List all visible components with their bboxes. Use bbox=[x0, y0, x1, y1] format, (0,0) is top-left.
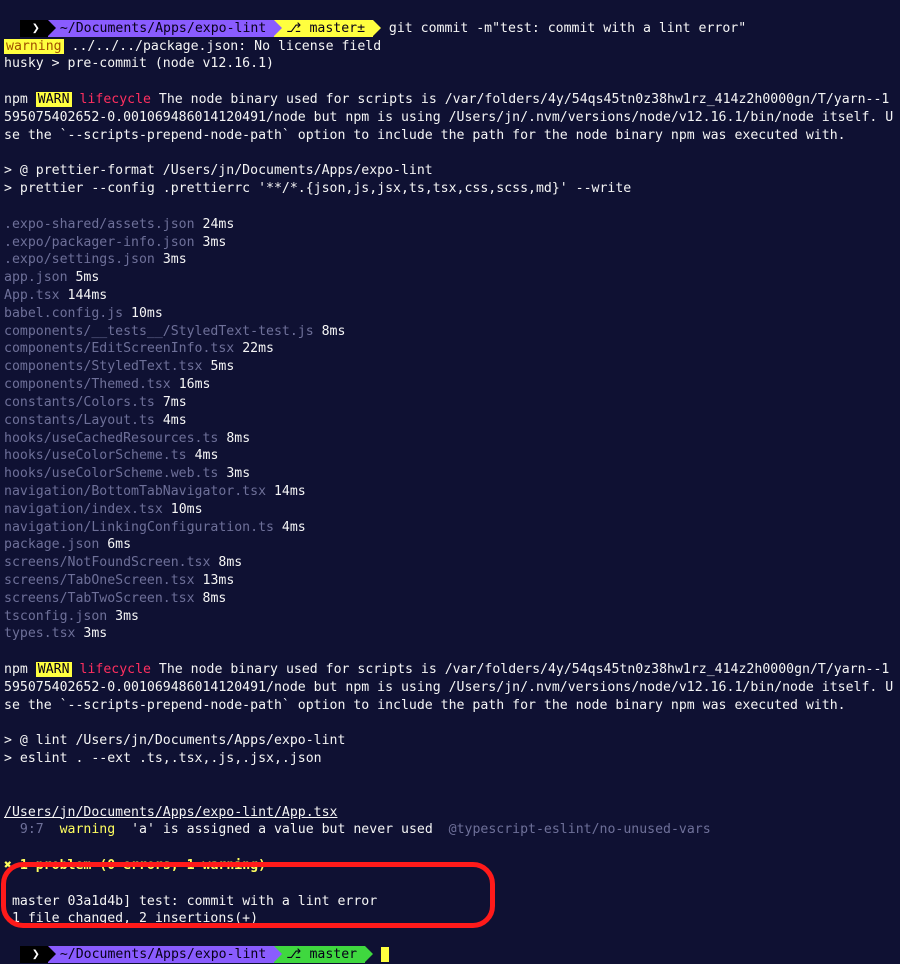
file-row: App.tsx 144ms bbox=[4, 287, 896, 305]
file-row: components/EditScreenInfo.tsx 22ms bbox=[4, 340, 896, 358]
file-row: navigation/index.tsx 10ms bbox=[4, 501, 896, 519]
problem-summary: ✖ 1 problem (0 errors, 1 warning) bbox=[4, 857, 896, 875]
prompt-branch: ⎇ master bbox=[274, 946, 365, 963]
file-row: navigation/BottomTabNavigator.tsx 14ms bbox=[4, 483, 896, 501]
file-row: components/__tests__/StyledText-test.js … bbox=[4, 323, 896, 341]
file-row: screens/TabTwoScreen.tsx 8ms bbox=[4, 590, 896, 608]
prettier-header: > @ prettier-format /Users/jn/Documents/… bbox=[4, 162, 896, 180]
commit-result-1: master 03a1d4b] test: commit with a lint… bbox=[4, 893, 896, 911]
prompt-branch: ⎇ master± bbox=[274, 20, 373, 37]
prompt-line-1[interactable]: ❯~/Documents/Apps/expo-lint⎇ master± git… bbox=[4, 2, 896, 38]
file-row: package.json 6ms bbox=[4, 536, 896, 554]
file-row: .expo/settings.json 3ms bbox=[4, 251, 896, 269]
file-row: hooks/useColorScheme.web.ts 3ms bbox=[4, 465, 896, 483]
file-row: tsconfig.json 3ms bbox=[4, 608, 896, 626]
warn-badge: WARN bbox=[36, 662, 72, 677]
prompt-path: ~/Documents/Apps/expo-lint bbox=[48, 946, 274, 963]
prompt-chevron: ❯ bbox=[20, 946, 48, 963]
commit-result-2: 1 file changed, 2 insertions(+) bbox=[4, 910, 896, 928]
lint-command: > eslint . --ext .ts,.tsx,.js,.jsx,.json bbox=[4, 750, 896, 768]
lint-entry: 9:7 warning 'a' is assigned a value but … bbox=[4, 821, 896, 839]
file-row: .expo-shared/assets.json 24ms bbox=[4, 216, 896, 234]
warning-badge: warning bbox=[4, 39, 64, 54]
npm-warn-block-2: npm WARN lifecycle The node binary used … bbox=[4, 643, 896, 714]
file-row: constants/Layout.ts 4ms bbox=[4, 412, 896, 430]
prettier-command: > prettier --config .prettierrc '**/*.{j… bbox=[4, 180, 896, 198]
file-row: navigation/LinkingConfiguration.ts 4ms bbox=[4, 519, 896, 537]
prompt-line-2[interactable]: ❯~/Documents/Apps/expo-lint⎇ master bbox=[4, 928, 896, 964]
file-row: constants/Colors.ts 7ms bbox=[4, 394, 896, 412]
file-row: babel.config.js 10ms bbox=[4, 305, 896, 323]
file-row: screens/TabOneScreen.tsx 13ms bbox=[4, 572, 896, 590]
file-row: hooks/useColorScheme.ts 4ms bbox=[4, 447, 896, 465]
file-row: hooks/useCachedResources.ts 8ms bbox=[4, 430, 896, 448]
git-command: git commit -m"test: commit with a lint e… bbox=[389, 21, 746, 36]
prompt-chevron: ❯ bbox=[20, 20, 48, 37]
cursor bbox=[381, 947, 389, 962]
prettier-file-list: .expo-shared/assets.json 24ms.expo/packa… bbox=[4, 216, 896, 644]
file-row: screens/NotFoundScreen.tsx 8ms bbox=[4, 554, 896, 572]
lint-header: > @ lint /Users/jn/Documents/Apps/expo-l… bbox=[4, 732, 896, 750]
file-row: types.tsx 3ms bbox=[4, 625, 896, 643]
prompt-path: ~/Documents/Apps/expo-lint bbox=[48, 20, 274, 37]
warn-badge: WARN bbox=[36, 92, 72, 107]
lint-file: /Users/jn/Documents/Apps/expo-lint/App.t… bbox=[4, 804, 896, 822]
file-row: app.json 5ms bbox=[4, 269, 896, 287]
husky-line: husky > pre-commit (node v12.16.1) bbox=[4, 55, 896, 73]
npm-warn-block: npm WARN lifecycle The node binary used … bbox=[4, 73, 896, 144]
file-row: components/Themed.tsx 16ms bbox=[4, 376, 896, 394]
file-row: components/StyledText.tsx 5ms bbox=[4, 358, 896, 376]
file-row: .expo/packager-info.json 3ms bbox=[4, 234, 896, 252]
pkg-warning: warning ../../../package.json: No licens… bbox=[4, 38, 896, 56]
